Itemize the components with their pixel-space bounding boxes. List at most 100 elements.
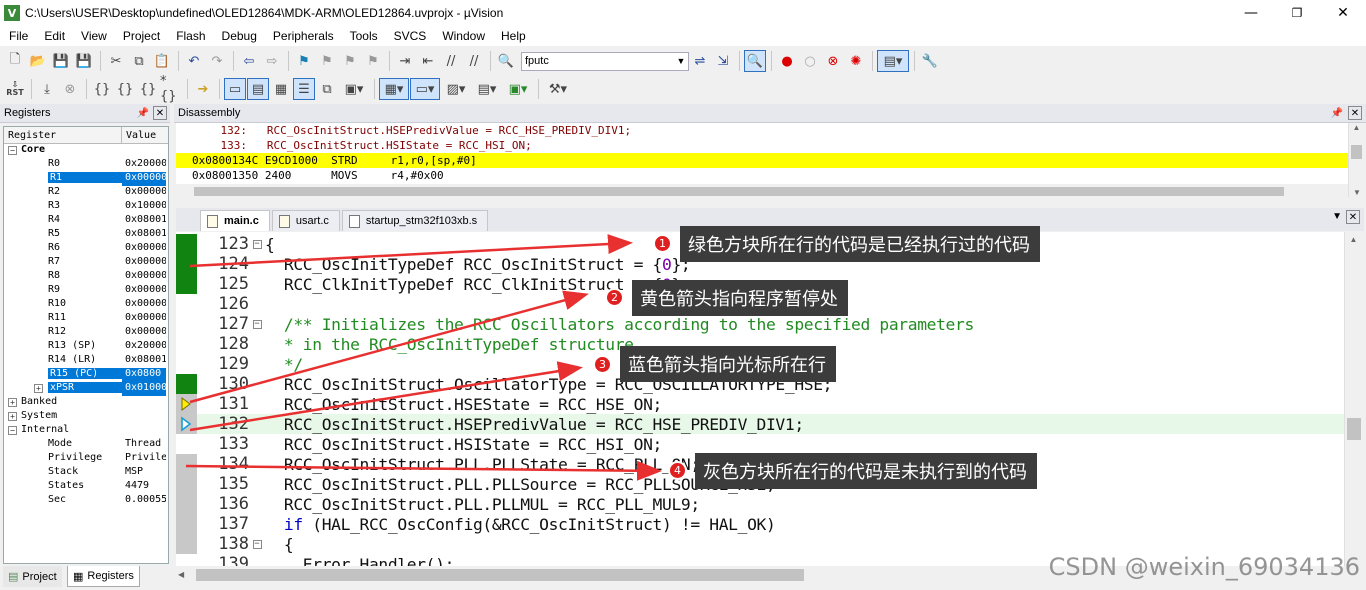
navigate-forward-icon[interactable]: ⇨ (261, 50, 283, 72)
code-line[interactable]: 138− { (176, 534, 1344, 554)
disassembly-window-icon[interactable]: ▤ (247, 78, 269, 100)
command-window-icon[interactable]: ▭ (224, 78, 246, 100)
scroll-up-icon[interactable]: ▲ (1345, 232, 1362, 248)
code-line[interactable]: 132 RCC_OscInitStruct.HSEPredivValue = R… (176, 414, 1344, 434)
run-to-cursor-icon[interactable]: *{} (160, 74, 182, 104)
system-viewer-icon[interactable]: ▣▾ (503, 78, 533, 100)
analysis-window-icon[interactable]: ▨▾ (441, 78, 471, 100)
redo-icon[interactable]: ↷ (206, 50, 228, 72)
maximize-button[interactable]: ❐ (1274, 0, 1320, 26)
executed-marker[interactable] (176, 274, 197, 294)
run-icon[interactable]: ⤓ (36, 78, 58, 100)
code-text[interactable]: RCC_OscInitStruct.PLL.PLLState = RCC_PLL… (265, 455, 700, 474)
open-folder-icon[interactable]: 📂 (27, 50, 49, 72)
scrollbar-thumb[interactable] (1351, 145, 1362, 159)
register-row[interactable]: R13 (SP) 0x20000 (4, 340, 168, 354)
collapse-icon[interactable]: − (252, 239, 262, 249)
tab-list-chevron-icon[interactable]: ▼ (1332, 211, 1342, 222)
register-row[interactable]: R14 (LR) 0x08001 (4, 354, 168, 368)
register-row[interactable]: R15 (PC) 0x0800 (4, 368, 168, 382)
register-value[interactable]: 0x00000 (122, 270, 166, 284)
code-text[interactable]: Error_Handler(); (265, 555, 455, 567)
tab-registers[interactable]: ▦ Registers (67, 566, 140, 587)
register-value[interactable]: 0x08001 (122, 228, 166, 242)
register-row[interactable]: R6 0x00000 (4, 242, 168, 256)
register-row[interactable]: States 4479 (4, 480, 168, 494)
register-value[interactable]: 0x0800 (122, 368, 166, 382)
tab-startup-s[interactable]: startup_stm32f103xb.s (341, 210, 489, 231)
stop-icon[interactable]: ⊗ (59, 78, 81, 100)
code-text[interactable]: RCC_OscInitStruct.HSIState = RCC_HSI_ON; (265, 435, 662, 454)
register-value[interactable]: 0x08001 (122, 354, 166, 368)
code-text[interactable]: /** Initializes the RCC Oscillators acco… (265, 315, 974, 334)
pc-arrow-icon[interactable] (176, 394, 197, 414)
register-row[interactable]: R12 0x00000 (4, 326, 168, 340)
executed-marker[interactable] (176, 374, 197, 394)
call-stack-window-icon[interactable]: ⧉ (316, 78, 338, 100)
toolbox-icon[interactable]: ⚒▾ (543, 78, 573, 100)
step-over-icon[interactable]: {} (114, 78, 136, 100)
scrollbar-thumb[interactable] (1347, 418, 1361, 440)
menu-edit[interactable]: Edit (35, 29, 72, 43)
show-next-statement-icon[interactable]: ➔ (192, 78, 214, 100)
reset-icon[interactable]: ⇩ RST (4, 78, 26, 100)
menu-svcs[interactable]: SVCS (385, 29, 434, 43)
register-row[interactable]: Sec 0.00055 (4, 494, 168, 508)
code-line[interactable]: 127− /** Initializes the RCC Oscillators… (176, 314, 1344, 334)
code-text[interactable]: */ (265, 355, 303, 374)
insert-breakpoint-icon[interactable]: ● (776, 50, 798, 72)
menu-help[interactable]: Help (492, 29, 533, 43)
memory-window-icon[interactable]: ▦▾ (379, 78, 409, 100)
code-text[interactable]: RCC_OscInitStruct.PLL.PLLMUL = RCC_PLL_M… (265, 495, 700, 514)
next-bookmark-icon[interactable]: ⚑ (339, 50, 361, 72)
margin[interactable] (176, 314, 197, 334)
code-line[interactable]: 137 if (HAL_RCC_OscConfig(&RCC_OscInitSt… (176, 514, 1344, 534)
incremental-find-icon[interactable]: ⇲ (712, 50, 734, 72)
step-into-icon[interactable]: {} (91, 78, 113, 100)
menu-view[interactable]: View (72, 29, 114, 43)
register-row[interactable]: R10 0x00000 (4, 298, 168, 312)
executed-marker[interactable] (176, 254, 197, 274)
code-text[interactable]: RCC_ClkInitTypeDef RCC_ClkInitStruct = {… (265, 275, 691, 294)
code-text[interactable]: RCC_OscInitTypeDef RCC_OscInitStruct = {… (265, 255, 691, 274)
expand-icon[interactable]: + (8, 412, 17, 421)
kill-breakpoints-icon[interactable]: ✺ (845, 50, 867, 72)
clear-bookmarks-icon[interactable]: ⚑ (362, 50, 384, 72)
register-row[interactable]: Stack MSP (4, 466, 168, 480)
pin-icon[interactable]: 📌 (1330, 106, 1344, 120)
collapse-icon[interactable]: − (252, 539, 262, 549)
enable-breakpoint-icon[interactable]: ○ (799, 50, 821, 72)
register-value[interactable] (122, 396, 166, 410)
registers-tree[interactable]: Register Value − Core R0 0x20000 R1 0x00000 R2… (3, 126, 169, 564)
menu-file[interactable]: File (0, 29, 35, 43)
cut-icon[interactable]: ✂ (105, 50, 127, 72)
tab-main-c[interactable]: main.c (200, 210, 270, 231)
register-value[interactable]: 0x01000 (122, 382, 166, 396)
register-value[interactable] (122, 424, 166, 438)
register-row[interactable]: − Core (4, 144, 168, 158)
cursor-arrow-icon[interactable] (176, 414, 197, 434)
register-value[interactable]: 0x08001 (122, 214, 166, 228)
expand-icon[interactable]: + (34, 384, 43, 393)
register-value[interactable]: 0x00000 (122, 284, 166, 298)
register-value[interactable]: 0x00000 (122, 298, 166, 312)
register-row[interactable]: R11 0x00000 (4, 312, 168, 326)
pin-icon[interactable]: 📌 (136, 106, 150, 120)
serial-window-icon[interactable]: ▭▾ (410, 78, 440, 100)
margin[interactable] (176, 294, 197, 314)
register-value[interactable]: 0x00000 (122, 186, 166, 200)
menu-flash[interactable]: Flash (167, 29, 212, 43)
not-executed-marker[interactable] (176, 534, 197, 554)
save-all-icon[interactable]: 💾 (73, 50, 95, 72)
uncomment-icon[interactable]: // (463, 50, 485, 72)
disassembly-horizontal-scrollbar[interactable] (176, 184, 1348, 199)
disable-breakpoints-icon[interactable]: ⊗ (822, 50, 844, 72)
register-row[interactable]: R0 0x20000 (4, 158, 168, 172)
minimize-button[interactable]: — (1228, 0, 1274, 26)
scrollbar-thumb[interactable] (196, 569, 804, 581)
register-value[interactable]: 0.00055 (122, 494, 166, 508)
register-value[interactable]: 0x00000 (122, 172, 166, 186)
new-file-icon[interactable]: 🗋 (4, 50, 26, 72)
register-value[interactable]: 0x00000 (122, 242, 166, 256)
comment-icon[interactable]: // (440, 50, 462, 72)
